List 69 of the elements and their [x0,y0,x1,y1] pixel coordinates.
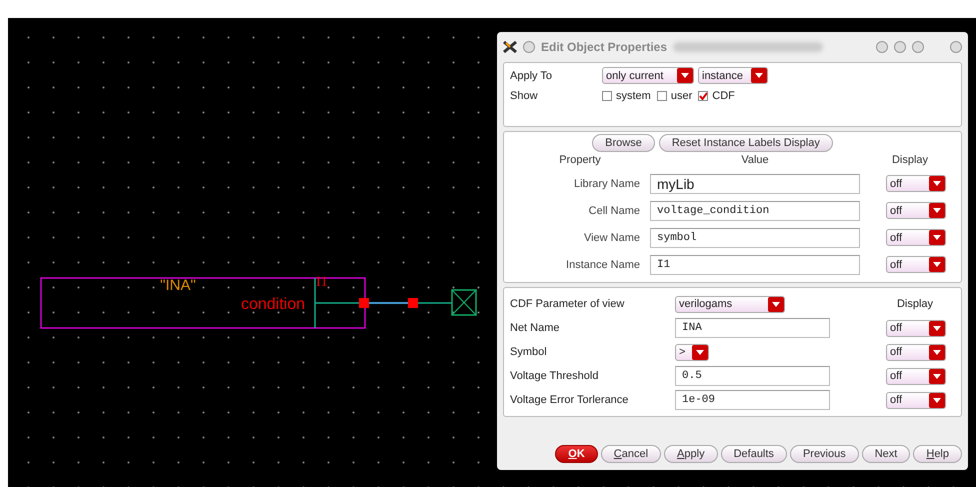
parameter-field[interactable]: 0.5 [675,366,830,386]
column-header: Property [559,154,601,166]
checkbox-label: CDF [712,90,735,102]
checkbox-label: system [616,90,651,102]
value-field[interactable]: voltage_condition [650,200,860,220]
caret-icon [933,262,941,267]
caret-icon [933,208,941,213]
cdf-label: CDF Parameter of view [510,298,626,310]
caret-icon [772,302,780,306]
pin-square [359,298,369,308]
parameter-label: Net Name [510,322,561,334]
property-label: View Name [584,232,640,244]
terminal-icon [451,289,477,316]
caret-icon [933,181,941,186]
parameter-label: Voltage Threshold [510,370,600,382]
dialog-button[interactable]: Apply [664,445,718,463]
apply-to-label: Apply To [510,70,553,82]
caret-icon [933,350,941,354]
dialog-button[interactable]: Help [913,445,962,463]
value-field[interactable]: I1 [650,254,860,274]
view-dropdown[interactable]: verilogams [675,296,785,312]
parameter-label: Voltage Error Torlerance [510,394,630,406]
display-dropdown[interactable]: off [886,320,946,336]
dialog-button[interactable]: Defaults [720,445,787,463]
action-button[interactable]: Browse [592,134,655,152]
value-field[interactable]: symbol [650,228,860,248]
parameter-field[interactable]: 1e-09 [675,390,830,410]
show-label: Show [510,90,539,102]
instance-name: I1 [316,275,328,290]
display-dropdown[interactable]: off [886,202,946,219]
caret-icon [933,326,941,330]
caret-icon [933,235,941,240]
pin-square [408,298,418,308]
checkbox[interactable] [698,91,708,101]
caret-icon [933,398,941,402]
column-header: Display [896,298,934,310]
scope-dropdown[interactable]: only current [602,67,694,84]
display-dropdown[interactable]: off [886,229,946,246]
display-dropdown[interactable]: off [886,256,946,273]
dialog-button[interactable]: Cancel [600,445,662,463]
pin-label: condition [240,296,305,313]
column-header: Value [741,154,769,166]
caret-icon [933,374,941,378]
display-dropdown[interactable]: off [886,368,946,384]
value-field[interactable]: myLib [650,174,860,194]
target-dropdown[interactable]: instance [698,67,768,84]
action-button[interactable]: Reset Instance Labels Display [658,134,833,152]
caret-icon [696,350,704,354]
property-label: Cell Name [588,204,640,216]
checkbox[interactable] [602,91,612,101]
display-dropdown[interactable]: off [886,344,946,360]
dialog-button[interactable]: Next [862,445,910,463]
dialog-button[interactable]: OK [555,445,598,463]
caret-icon [755,73,763,78]
parameter-field[interactable]: INA [675,318,830,338]
parameter-dropdown[interactable]: > [675,344,709,360]
parameter-label: Symbol [510,346,548,358]
checkbox-label: user [670,90,692,102]
display-dropdown[interactable]: off [886,175,946,192]
checkbox[interactable] [656,91,667,101]
caret-icon [681,73,689,78]
column-header: Display [892,154,928,166]
window-title: Edit Object Properties [541,40,668,54]
property-label: Library Name [574,178,640,190]
app-icon [503,41,517,53]
net-label: "INA" [160,277,196,294]
property-label: Instance Name [566,258,640,270]
display-dropdown[interactable]: off [886,392,946,408]
dialog-button[interactable]: Previous [790,445,859,463]
